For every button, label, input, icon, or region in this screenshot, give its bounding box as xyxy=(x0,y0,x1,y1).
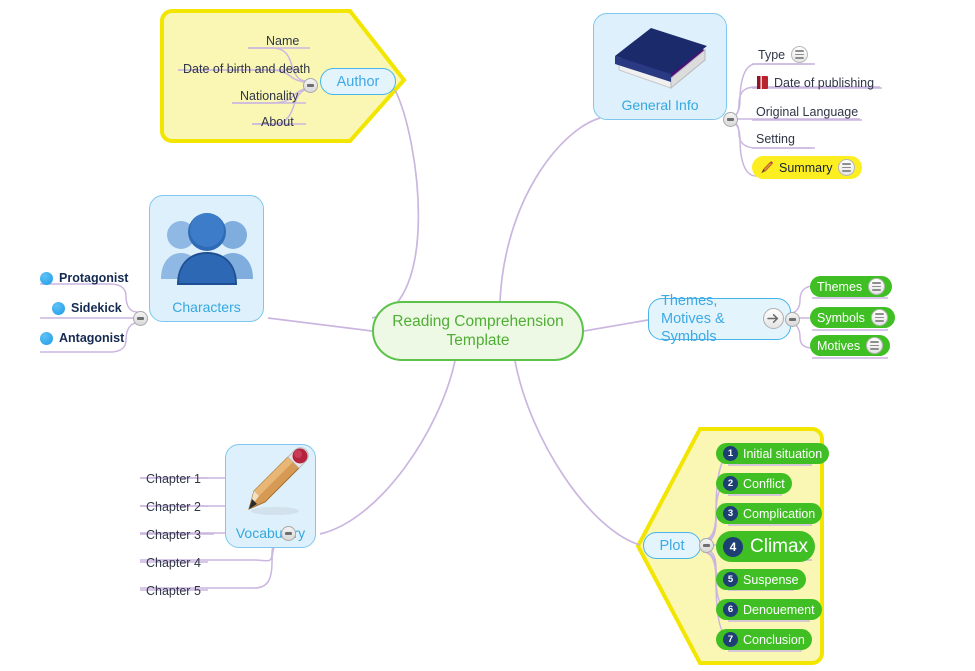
leaf-chapter-2[interactable]: Chapter 2 xyxy=(146,500,201,514)
leaf-author-name[interactable]: Name xyxy=(266,34,299,48)
node-characters-label: Characters xyxy=(172,299,241,315)
arrow-right-icon[interactable] xyxy=(763,308,784,329)
minus-icon xyxy=(307,84,314,87)
leaf-type-label: Type xyxy=(758,47,786,62)
vocabulary-collapse-toggle[interactable] xyxy=(281,526,296,541)
bullet-icon xyxy=(40,331,53,345)
node-author[interactable]: Author xyxy=(320,68,396,95)
number-badge: 6 xyxy=(723,602,738,617)
number-badge: 3 xyxy=(723,506,738,521)
leaf-sidekick-label: Sidekick xyxy=(71,301,122,315)
leaf-summary[interactable]: Summary xyxy=(752,156,863,179)
note-icon[interactable] xyxy=(870,309,888,326)
note-icon[interactable] xyxy=(868,278,886,295)
people-icon xyxy=(150,196,263,299)
leaf-setting[interactable]: Setting xyxy=(756,132,795,146)
number-badge: 2 xyxy=(723,476,738,491)
leaf-plot-2[interactable]: 2 Conflict xyxy=(716,473,792,494)
number-badge: 7 xyxy=(723,632,738,647)
leaf-plot-5[interactable]: 5 Suspense xyxy=(716,569,806,590)
leaf-antagonist[interactable]: Antagonist xyxy=(40,331,124,345)
leaf-plot-7-label: Conclusion xyxy=(743,632,805,647)
mindmap-canvas: Reading Comprehension Template Author Na… xyxy=(0,0,975,671)
note-icon[interactable] xyxy=(866,337,884,354)
leaf-protagonist[interactable]: Protagonist xyxy=(40,271,128,285)
leaf-plot-6[interactable]: 6 Denouement xyxy=(716,599,822,620)
leaf-summary-label: Summary xyxy=(779,160,833,175)
number-badge: 5 xyxy=(723,572,738,587)
node-characters[interactable]: Characters xyxy=(149,195,264,322)
minus-icon xyxy=(285,532,292,535)
leaf-plot-2-label: Conflict xyxy=(743,476,785,491)
node-plot-label: Plot xyxy=(659,537,685,554)
leaf-antagonist-label: Antagonist xyxy=(59,331,125,345)
leaf-plot-3[interactable]: 3 Complication xyxy=(716,503,823,524)
leaf-author-about[interactable]: About xyxy=(261,115,294,129)
node-general-info-label: General Info xyxy=(621,97,699,113)
leaf-sidekick[interactable]: Sidekick xyxy=(52,301,122,315)
themes-collapse-toggle[interactable] xyxy=(785,312,800,327)
general-info-collapse-toggle[interactable] xyxy=(723,112,738,127)
number-badge: 4 xyxy=(723,536,743,557)
leaf-motives[interactable]: Motives xyxy=(810,335,891,356)
node-plot[interactable]: Plot xyxy=(643,532,701,559)
leaf-chapter-1[interactable]: Chapter 1 xyxy=(146,472,201,486)
leaf-plot-7[interactable]: 7 Conclusion xyxy=(716,629,812,650)
leaf-plot-3-label: Complication xyxy=(743,506,816,521)
leaf-protagonist-label: Protagonist xyxy=(59,271,129,285)
leaf-themes-label: Themes xyxy=(817,279,863,294)
leaf-date-of-publishing-label: Date of publishing xyxy=(774,75,875,90)
red-book-icon xyxy=(756,75,769,90)
leaf-plot-6-label: Denouement xyxy=(743,602,815,617)
node-author-label: Author xyxy=(336,73,380,90)
leaf-chapter-4[interactable]: Chapter 4 xyxy=(146,556,201,570)
number-badge: 1 xyxy=(723,446,738,461)
leaf-chapter-3[interactable]: Chapter 3 xyxy=(146,528,201,542)
leaf-type[interactable]: Type xyxy=(758,46,809,63)
pencil-icon xyxy=(226,445,315,525)
node-themes-motives-symbols-label: Themes, Motives & Symbols xyxy=(661,293,725,345)
minus-icon xyxy=(727,118,734,121)
blue-book-icon xyxy=(594,14,726,97)
minus-icon xyxy=(789,318,796,321)
leaf-themes[interactable]: Themes xyxy=(810,276,893,297)
leaf-original-language[interactable]: Original Language xyxy=(756,105,858,119)
minus-icon xyxy=(703,544,710,547)
central-node[interactable]: Reading Comprehension Template xyxy=(372,301,584,361)
leaf-motives-label: Motives xyxy=(817,338,861,353)
leaf-author-nationality[interactable]: Nationality xyxy=(240,89,298,103)
leaf-date-of-publishing[interactable]: Date of publishing xyxy=(756,75,874,90)
leaf-chapter-5[interactable]: Chapter 5 xyxy=(146,584,201,598)
author-collapse-toggle[interactable] xyxy=(303,78,318,93)
note-icon[interactable] xyxy=(791,46,809,63)
leaf-symbols[interactable]: Symbols xyxy=(810,307,895,328)
characters-collapse-toggle[interactable] xyxy=(133,311,148,326)
bullet-icon xyxy=(52,301,65,315)
leaf-plot-4[interactable]: 4 Climax xyxy=(716,531,816,562)
leaf-plot-1-label: Initial situation xyxy=(743,446,823,461)
bullet-icon xyxy=(40,271,53,285)
plot-collapse-toggle[interactable] xyxy=(699,538,714,553)
leaf-symbols-label: Symbols xyxy=(817,310,865,325)
pencil-icon xyxy=(759,160,774,175)
leaf-plot-1[interactable]: 1 Initial situation xyxy=(716,443,830,464)
leaf-author-dob[interactable]: Date of birth and death xyxy=(183,62,310,76)
node-vocabulary[interactable]: Vocabulary xyxy=(225,444,316,548)
leaf-plot-5-label: Suspense xyxy=(743,572,799,587)
node-general-info[interactable]: General Info xyxy=(593,13,727,120)
minus-icon xyxy=(137,317,144,320)
central-node-label: Reading Comprehension Template xyxy=(392,313,564,349)
leaf-plot-4-label: Climax xyxy=(750,535,809,557)
note-icon[interactable] xyxy=(838,159,856,176)
